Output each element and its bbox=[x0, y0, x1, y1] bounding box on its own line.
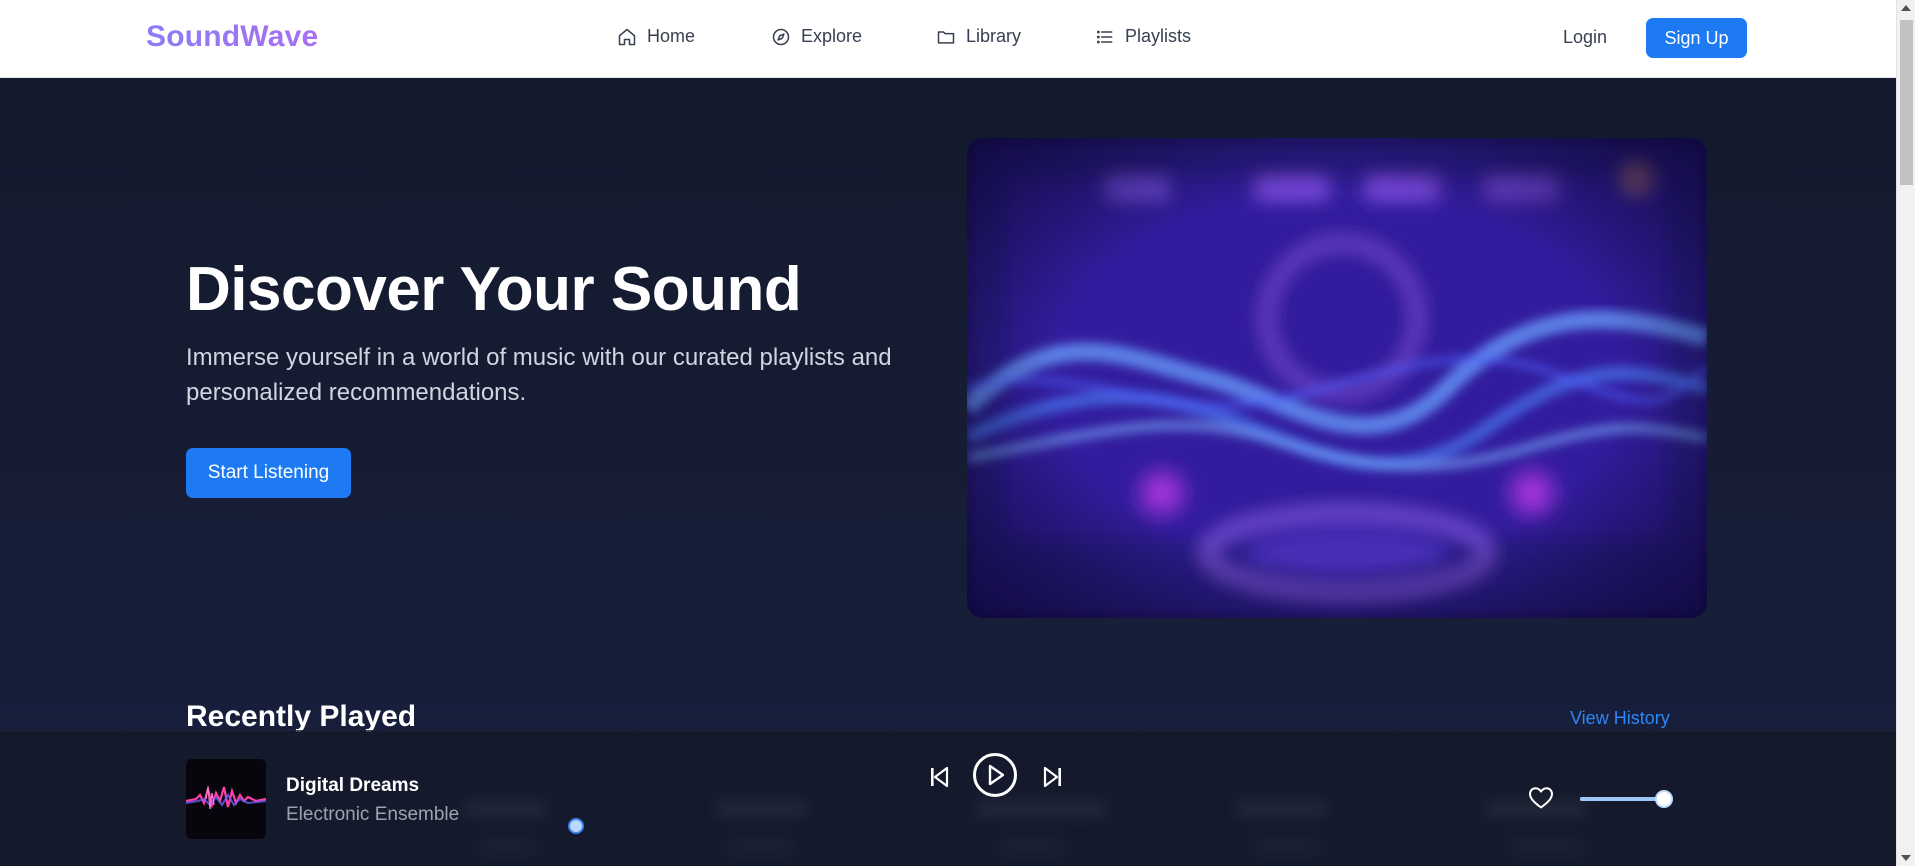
view-history-link[interactable]: View History bbox=[1570, 708, 1670, 729]
nav-explore-label: Explore bbox=[801, 26, 863, 46]
nav-home[interactable]: Home bbox=[617, 26, 695, 47]
track-artist: Electronic Ensemble bbox=[286, 804, 460, 825]
volume-slider-handle[interactable] bbox=[1655, 790, 1673, 808]
album-cover[interactable] bbox=[186, 759, 266, 839]
volume-slider[interactable] bbox=[1580, 797, 1666, 801]
progress-slider-handle[interactable] bbox=[568, 818, 584, 834]
nav-playlists-label: Playlists bbox=[1125, 26, 1192, 46]
logo[interactable]: SoundWave bbox=[146, 20, 318, 54]
play-button[interactable] bbox=[972, 752, 1018, 798]
volume-fill bbox=[1580, 797, 1656, 801]
previous-icon bbox=[931, 766, 949, 788]
navbar: SoundWave Home Explore Library Playlists… bbox=[0, 0, 1896, 78]
play-icon bbox=[973, 753, 1017, 797]
nav-library[interactable]: Library bbox=[936, 26, 1021, 47]
music-wave-illustration bbox=[967, 138, 1707, 618]
login-button[interactable]: Login bbox=[1563, 27, 1607, 48]
nav-home-label: Home bbox=[647, 26, 696, 46]
player-bar: Digital Dreams Electronic Ensemble bbox=[0, 730, 1896, 866]
hero-title: Discover Your Sound bbox=[186, 255, 802, 324]
next-icon bbox=[1043, 766, 1061, 788]
heart-icon bbox=[1529, 787, 1553, 809]
scroll-down-arrow-icon[interactable] bbox=[1901, 855, 1911, 861]
previous-button[interactable] bbox=[928, 761, 950, 793]
recently-played-title: Recently Played bbox=[186, 700, 417, 733]
like-button[interactable] bbox=[1528, 785, 1554, 811]
track-title: Digital Dreams bbox=[286, 775, 420, 796]
nav-playlists[interactable]: Playlists bbox=[1095, 26, 1191, 47]
nav-library-label: Library bbox=[966, 26, 1022, 46]
signup-button[interactable]: Sign Up bbox=[1646, 18, 1747, 58]
scrollbar[interactable] bbox=[1896, 0, 1915, 866]
start-listening-button[interactable]: Start Listening bbox=[186, 448, 351, 498]
list-icon bbox=[1096, 30, 1113, 43]
hero-subtitle: Immerse yourself in a world of music wit… bbox=[186, 344, 892, 406]
compass-icon bbox=[772, 28, 790, 45]
scroll-up-arrow-icon[interactable] bbox=[1901, 5, 1911, 11]
scroll-thumb[interactable] bbox=[1900, 20, 1913, 185]
folder-icon bbox=[937, 30, 955, 44]
next-button[interactable] bbox=[1042, 761, 1064, 793]
nav-explore[interactable]: Explore bbox=[771, 26, 862, 47]
home-icon bbox=[618, 28, 636, 45]
